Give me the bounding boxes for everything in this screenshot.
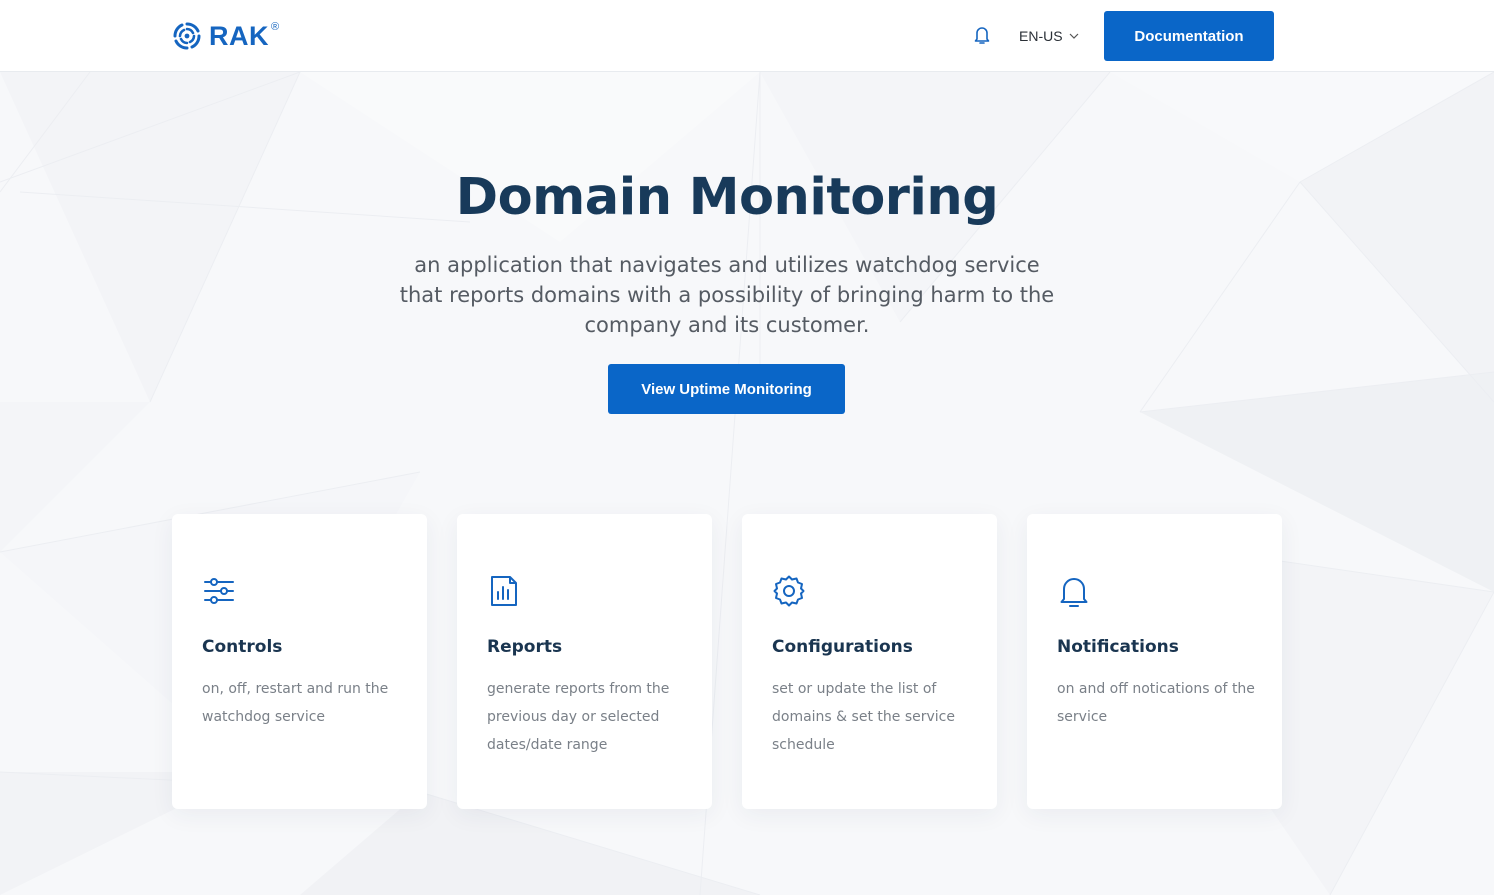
top-navbar: RAK ® EN-US Documentation — [0, 0, 1494, 72]
page-title: Domain Monitoring — [455, 168, 999, 227]
feature-title: Configurations — [772, 637, 913, 657]
notifications-bell-button[interactable] — [972, 24, 992, 46]
rak-logo[interactable]: RAK ® — [171, 20, 279, 52]
feature-description: set or update the list of domains & set … — [772, 681, 955, 753]
sliders-icon — [202, 574, 236, 608]
bell-icon — [974, 27, 990, 44]
report-chart-icon — [487, 574, 521, 608]
feature-card-configurations: Configurations set or update the list of… — [742, 514, 997, 809]
chevron-down-icon — [1069, 33, 1078, 39]
feature-card-controls: Controls on, off, restart and run the wa… — [172, 514, 427, 809]
feature-title: Notifications — [1057, 637, 1179, 657]
documentation-button[interactable]: Documentation — [1104, 11, 1274, 61]
registered-mark: ® — [271, 21, 280, 33]
gear-icon — [772, 574, 806, 608]
feature-description: on, off, restart and run the watchdog se… — [202, 681, 389, 725]
bell-icon — [1057, 574, 1091, 608]
feature-card-reports: Reports generate reports from the previo… — [457, 514, 712, 809]
logo-text: RAK — [209, 20, 269, 51]
rak-logo-icon — [173, 22, 201, 50]
feature-description: on and off notications of the service — [1057, 681, 1255, 725]
feature-description: generate reports from the previous day o… — [487, 681, 670, 753]
feature-title: Controls — [202, 637, 283, 657]
page-subtitle: an application that navigates and utiliz… — [399, 253, 1055, 337]
language-selector[interactable]: EN-US — [1019, 26, 1079, 46]
language-label: EN-US — [1019, 28, 1063, 44]
feature-title: Reports — [487, 637, 563, 657]
feature-card-notifications: Notifications on and off notications of … — [1027, 514, 1282, 809]
view-uptime-monitoring-button[interactable]: View Uptime Monitoring — [608, 364, 845, 414]
